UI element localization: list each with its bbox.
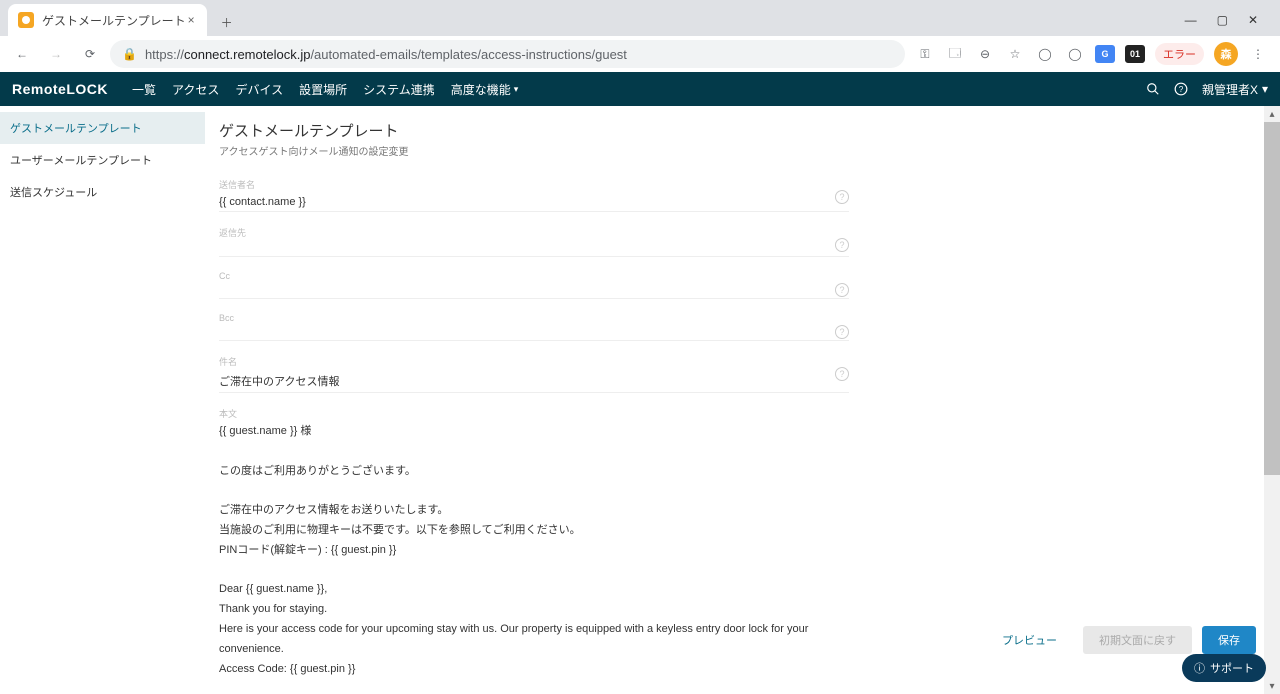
field-cc: Cc ? — [219, 271, 849, 299]
lock-icon: 🔒 — [122, 47, 137, 61]
key-icon[interactable]: ⚿ — [915, 44, 935, 64]
bookmark-icon[interactable]: ☆ — [1005, 44, 1025, 64]
window-close-icon[interactable]: ✕ — [1248, 13, 1258, 27]
tab-title: ゲストメールテンプレート — [42, 12, 186, 29]
window-controls: — ▢ ✕ — [1171, 13, 1272, 27]
nav-devices[interactable]: デバイス — [227, 81, 291, 98]
url-input[interactable]: 🔒 https://connect.remotelock.jp/automate… — [110, 40, 905, 68]
chevron-down-icon: ▾ — [514, 84, 519, 95]
sidebar-item-schedule[interactable]: 送信スケジュール — [0, 176, 205, 208]
field-subject: 件名 ご滞在中のアクセス情報 ? — [219, 355, 849, 393]
translate-icon[interactable]: 🗔 — [945, 44, 965, 64]
tab-bar: ゲストメールテンプレート × ＋ — ▢ ✕ — [0, 0, 1280, 36]
onetab-extension-icon[interactable]: 01 — [1125, 45, 1145, 63]
help-icon[interactable]: ? — [835, 190, 849, 204]
reload-button[interactable]: ⟳ — [76, 40, 104, 68]
app-header: RemoteLOCK 一覧 アクセス デバイス 設置場所 システム連携 高度な機… — [0, 72, 1280, 106]
field-bcc-input[interactable] — [219, 325, 849, 341]
nav-access[interactable]: アクセス — [164, 81, 227, 98]
help-icon: ⓘ — [1194, 660, 1205, 676]
nav-overview[interactable]: 一覧 — [124, 81, 164, 98]
scroll-up-icon[interactable]: ▴ — [1264, 106, 1280, 122]
svg-text:?: ? — [1179, 85, 1184, 94]
field-from: 送信者名 {{ contact.name }} ? — [219, 178, 849, 212]
support-fab[interactable]: ⓘ サポート — [1182, 654, 1266, 682]
field-from-label: 送信者名 — [219, 178, 849, 191]
field-from-input[interactable]: {{ contact.name }} — [219, 193, 849, 212]
field-bcc: Bcc ? — [219, 313, 849, 341]
error-badge[interactable]: エラー — [1155, 43, 1204, 65]
tab-close-icon[interactable]: × — [186, 11, 197, 29]
forward-button[interactable]: → — [42, 40, 70, 68]
browser-tab[interactable]: ゲストメールテンプレート × — [8, 4, 207, 36]
nav-advanced[interactable]: 高度な機能▾ — [443, 81, 527, 98]
window-minimize-icon[interactable]: — — [1185, 13, 1197, 27]
help-icon[interactable]: ? — [835, 238, 849, 252]
page-subtitle: アクセスゲスト向けメール通知の設定変更 — [219, 143, 1240, 158]
profile-avatar[interactable]: 森 — [1214, 42, 1238, 66]
preview-button[interactable]: プレビュー — [986, 626, 1073, 654]
field-cc-label: Cc — [219, 271, 849, 281]
chrome-menu-icon[interactable]: ⋮ — [1248, 44, 1268, 64]
chevron-down-icon: ▾ — [1262, 82, 1268, 96]
reset-button: 初期文面に戻す — [1083, 626, 1192, 654]
save-button[interactable]: 保存 — [1202, 626, 1256, 654]
scrollbar-thumb[interactable] — [1264, 122, 1280, 475]
field-cc-input[interactable] — [219, 283, 849, 299]
nav-locations[interactable]: 設置場所 — [291, 81, 355, 98]
page-title: ゲストメールテンプレート — [219, 120, 1240, 141]
new-tab-button[interactable]: ＋ — [213, 8, 241, 36]
field-body-input[interactable]: {{ guest.name }} 様 この度はご利用ありがとうございます。 ご滞… — [219, 422, 849, 694]
sidebar-item-guest-template[interactable]: ゲストメールテンプレート — [0, 112, 205, 144]
sidebar-item-user-template[interactable]: ユーザーメールテンプレート — [0, 144, 205, 176]
scrollbar[interactable]: ▴ ▾ — [1264, 106, 1280, 694]
tab-favicon-icon — [18, 12, 34, 28]
field-replyto-label: 返信先 — [219, 226, 849, 239]
address-bar: ← → ⟳ 🔒 https://connect.remotelock.jp/au… — [0, 36, 1280, 72]
app-logo[interactable]: RemoteLOCK — [12, 81, 108, 97]
field-body-label: 本文 — [219, 407, 1240, 420]
help-icon[interactable]: ? — [835, 283, 849, 297]
field-bcc-label: Bcc — [219, 313, 849, 323]
field-subject-input[interactable]: ご滞在中のアクセス情報 — [219, 370, 849, 393]
field-replyto-input[interactable] — [219, 241, 849, 257]
window-maximize-icon[interactable]: ▢ — [1217, 13, 1228, 27]
help-icon[interactable]: ? — [835, 367, 849, 381]
zoom-icon[interactable]: ⊖ — [975, 44, 995, 64]
field-replyto: 返信先 ? — [219, 226, 849, 257]
nav-integrations[interactable]: システム連携 — [355, 81, 443, 98]
search-icon[interactable] — [1146, 82, 1160, 96]
browser-chrome: ゲストメールテンプレート × ＋ — ▢ ✕ ← → ⟳ 🔒 https://c… — [0, 0, 1280, 72]
extension-icon-2[interactable]: ◯ — [1065, 44, 1085, 64]
footer-actions: プレビュー 初期文面に戻す 保存 — [986, 626, 1256, 654]
sidebar: ゲストメールテンプレート ユーザーメールテンプレート 送信スケジュール — [0, 106, 205, 694]
user-menu[interactable]: 親管理者X▾ — [1202, 81, 1268, 98]
back-button[interactable]: ← — [8, 40, 36, 68]
field-subject-label: 件名 — [219, 355, 849, 368]
extension-icon[interactable]: ◯ — [1035, 44, 1055, 64]
main-nav: 一覧 アクセス デバイス 設置場所 システム連携 高度な機能▾ — [124, 81, 526, 98]
help-icon[interactable]: ? — [835, 325, 849, 339]
google-translate-extension-icon[interactable]: G — [1095, 45, 1115, 63]
help-icon[interactable]: ? — [1174, 82, 1188, 96]
main-content: ゲストメールテンプレート アクセスゲスト向けメール通知の設定変更 送信者名 {{… — [205, 106, 1280, 694]
scroll-down-icon[interactable]: ▾ — [1264, 678, 1280, 694]
